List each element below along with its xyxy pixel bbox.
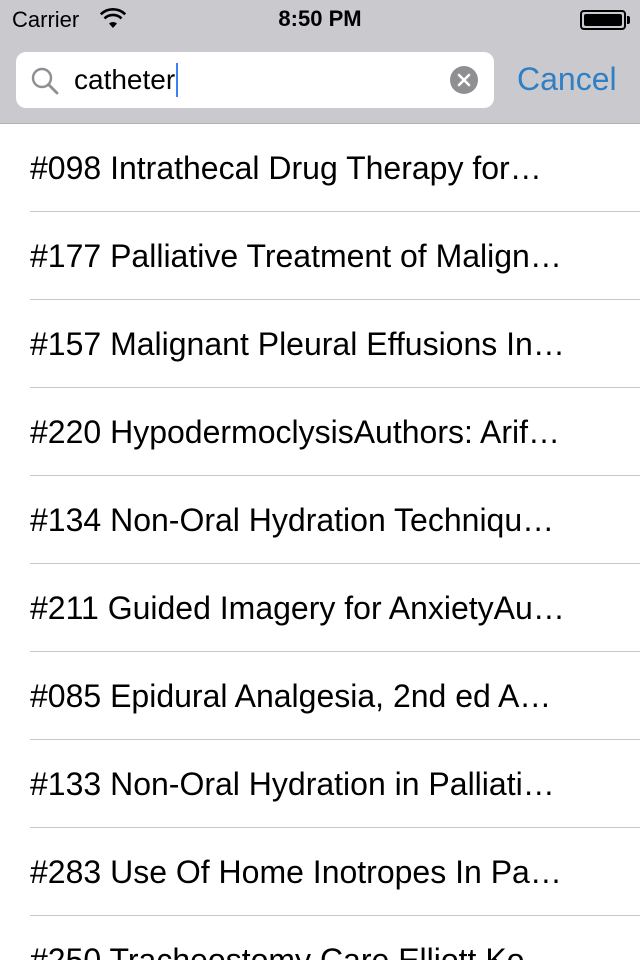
list-item[interactable]: #211 Guided Imagery for AnxietyAu…: [0, 564, 640, 652]
status-bar: Carrier 8:50 PM: [0, 0, 640, 40]
cancel-button[interactable]: Cancel: [517, 59, 617, 99]
result-title: #283 Use Of Home Inotropes In Pa…: [30, 854, 562, 890]
result-title: #133 Non-Oral Hydration in Palliati…: [30, 766, 555, 802]
search-query: catheter: [74, 64, 176, 95]
list-item[interactable]: #177 Palliative Treatment of Malign…: [0, 212, 640, 300]
result-title: #098 Intrathecal Drug Therapy for…: [30, 150, 542, 186]
list-item[interactable]: #133 Non-Oral Hydration in Palliati…: [0, 740, 640, 828]
search-results-list: #098 Intrathecal Drug Therapy for… #177 …: [0, 124, 640, 960]
result-title: #157 Malignant Pleural Effusions In…: [30, 326, 565, 362]
search-header: Carrier 8:50 PM catheter Cancel: [0, 0, 640, 124]
list-item[interactable]: #283 Use Of Home Inotropes In Pa…: [0, 828, 640, 916]
result-title: #211 Guided Imagery for AnxietyAu…: [30, 590, 565, 626]
list-item[interactable]: #157 Malignant Pleural Effusions In…: [0, 300, 640, 388]
battery-icon: [580, 10, 630, 30]
result-title: #177 Palliative Treatment of Malign…: [30, 238, 562, 274]
search-icon: [31, 67, 59, 95]
clear-search-icon[interactable]: [450, 66, 478, 94]
result-title: #220 HypodermoclysisAuthors: Arif…: [30, 414, 560, 450]
list-item[interactable]: #098 Intrathecal Drug Therapy for…: [0, 124, 640, 212]
text-cursor: [176, 63, 179, 97]
result-title: #085 Epidural Analgesia, 2nd ed A…: [30, 678, 552, 714]
search-input-text[interactable]: catheter: [74, 63, 179, 97]
list-item[interactable]: #220 HypodermoclysisAuthors: Arif…: [0, 388, 640, 476]
list-item[interactable]: #134 Non-Oral Hydration Techniqu…: [0, 476, 640, 564]
result-title: #250 Tracheostomy Care Elliott Ko…: [30, 942, 557, 960]
result-title: #134 Non-Oral Hydration Techniqu…: [30, 502, 555, 538]
list-item[interactable]: #085 Epidural Analgesia, 2nd ed A…: [0, 652, 640, 740]
status-time: 8:50 PM: [278, 6, 362, 31]
list-item[interactable]: #250 Tracheostomy Care Elliott Ko…: [0, 916, 640, 960]
search-input[interactable]: catheter: [16, 52, 494, 108]
